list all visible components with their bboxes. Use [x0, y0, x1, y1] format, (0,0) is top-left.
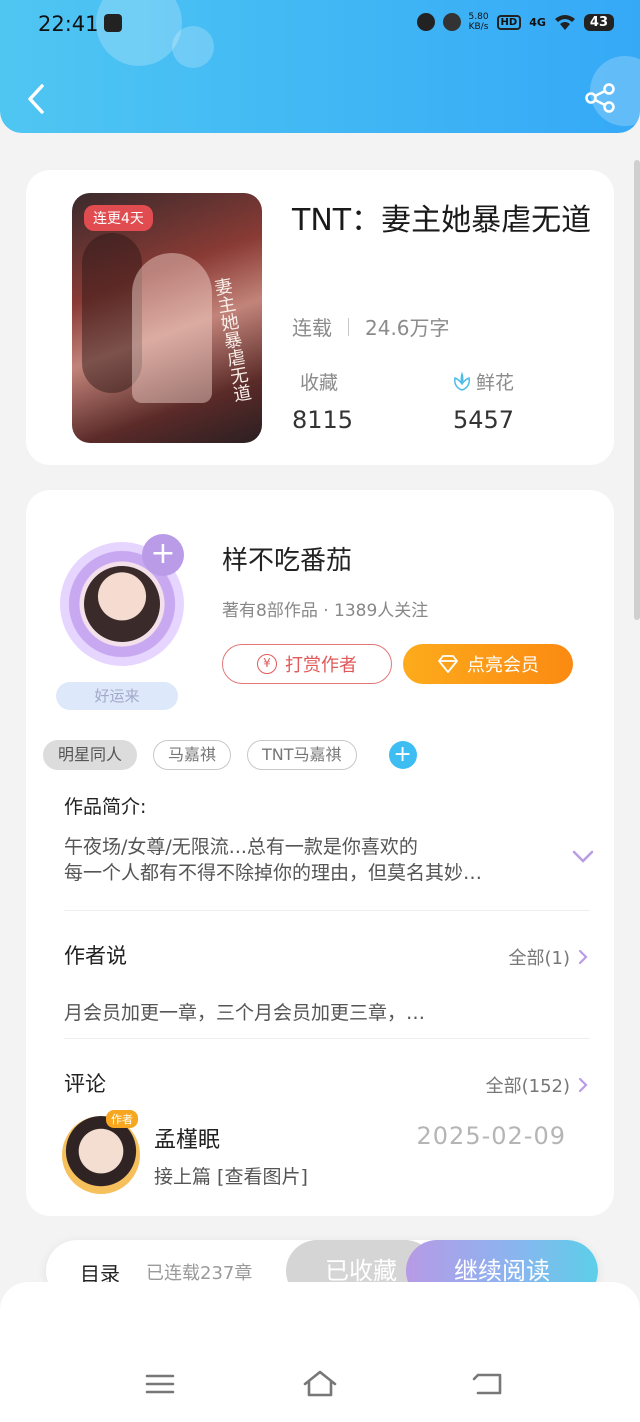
- menu-icon[interactable]: [142, 1370, 178, 1398]
- tag-chip[interactable]: TNT马嘉祺: [247, 740, 357, 770]
- flowers-value: 5457: [453, 406, 515, 434]
- top-header: 22:41 5.80 KB/s HD 4G 43: [0, 0, 640, 133]
- flowers-label: 鲜花: [476, 372, 515, 394]
- decor-bubble: [172, 26, 214, 68]
- word-count: 24.6万字: [365, 316, 450, 340]
- cover-figure: [132, 253, 212, 403]
- update-streak-badge: 连更4天: [84, 205, 153, 231]
- home-icon[interactable]: [302, 1370, 338, 1398]
- avatar: [84, 566, 160, 642]
- status-time: 22:41: [38, 12, 99, 36]
- author-says-text[interactable]: 月会员加更一章，三个月会员加更三章，…: [64, 998, 425, 1025]
- author-name[interactable]: 样不吃番茄: [222, 540, 352, 577]
- alarm-icon: [416, 13, 435, 31]
- net-speed: 5.80 KB/s: [469, 12, 489, 32]
- vip-button-label: 点亮会员: [467, 655, 539, 676]
- decor-bubble: [96, 0, 182, 66]
- comments-more-label: 全部(152): [485, 1076, 570, 1097]
- scrollbar[interactable]: [634, 160, 640, 620]
- share-icon[interactable]: [584, 82, 616, 114]
- comment-date: 2025-02-09: [416, 1122, 566, 1150]
- cover-art-title: 妻主她暴虐无道: [210, 276, 253, 404]
- chevron-right-icon: [578, 949, 588, 965]
- comment-text[interactable]: 接上篇 [查看图片]: [154, 1162, 308, 1189]
- chevron-right-icon: [578, 1077, 588, 1093]
- book-title: TNT：妻主她暴虐无道: [292, 203, 592, 238]
- tag-chip[interactable]: 明星同人: [43, 740, 138, 770]
- tag-list: 明星同人 马嘉祺 TNT马嘉祺 +: [43, 740, 417, 770]
- author-badge: 作者: [106, 1110, 138, 1128]
- app-notification-icon: [104, 14, 122, 32]
- book-status: 连载: [292, 316, 332, 340]
- flowers-stat[interactable]: 鲜花: [452, 368, 514, 395]
- hd-icon: HD: [496, 14, 522, 30]
- diamond-icon: [438, 655, 458, 673]
- net-speed-unit: KB/s: [468, 22, 489, 32]
- intro-text[interactable]: 午夜场/女尊/无限流...总有一款是你喜欢的 每一个人都有不得不除掉你的理由，但…: [64, 834, 534, 886]
- divider: [64, 1038, 590, 1039]
- intro-line: 午夜场/女尊/无限流...总有一款是你喜欢的: [64, 836, 418, 858]
- meta-divider: [348, 317, 349, 336]
- tip-author-label: 打赏作者: [285, 655, 357, 676]
- back-arrow-icon[interactable]: [22, 82, 50, 116]
- mute-icon: [442, 13, 461, 31]
- yen-icon: ¥: [257, 654, 277, 674]
- chevron-down-icon[interactable]: [572, 850, 594, 864]
- author-says-title: 作者说: [64, 944, 127, 968]
- status-icons: 5.80 KB/s HD 4G 43: [416, 12, 614, 32]
- book-meta: 连载 24.6万字: [292, 312, 450, 341]
- tag-chip[interactable]: 马嘉祺: [153, 740, 232, 770]
- battery-icon: 43: [583, 13, 614, 31]
- follow-author-button[interactable]: +: [142, 534, 184, 576]
- author-detail-card: + 好运来 样不吃番茄 著有8部作品 · 1389人关注 ¥ 打赏作者 点亮会员…: [26, 490, 614, 1216]
- avatar-frame-tag: 好运来: [56, 682, 178, 710]
- intro-line: 每一个人都有不得不除掉你的理由，但莫名其妙…: [64, 862, 483, 884]
- system-nav-bar: [0, 1282, 640, 1422]
- intro-title: 作品简介:: [64, 796, 147, 818]
- comments-title: 评论: [64, 1072, 106, 1096]
- net-speed-value: 5.80: [468, 12, 489, 22]
- commenter-name[interactable]: 孟槿眠: [154, 1122, 220, 1154]
- divider: [64, 910, 590, 911]
- book-info-card: 妻主她暴虐无道 连更4天 TNT：妻主她暴虐无道 连载 24.6万字 收藏 81…: [26, 170, 614, 465]
- author-says-more-link[interactable]: 全部(1): [509, 944, 589, 970]
- signal-icon: 4G: [529, 15, 546, 29]
- wifi-icon: [554, 15, 575, 30]
- author-info: 著有8部作品 · 1389人关注: [222, 601, 429, 621]
- vip-button[interactable]: 点亮会员: [403, 644, 573, 684]
- add-tag-button[interactable]: +: [388, 741, 417, 769]
- tip-author-button[interactable]: ¥ 打赏作者: [222, 644, 392, 684]
- author-says-more-label: 全部(1): [508, 948, 571, 969]
- favorites-label: 收藏: [300, 372, 339, 394]
- flower-icon: [454, 372, 470, 391]
- favorites-value: 8115: [292, 406, 354, 434]
- comments-more-link[interactable]: 全部(152): [486, 1072, 588, 1098]
- back-icon[interactable]: [470, 1370, 506, 1398]
